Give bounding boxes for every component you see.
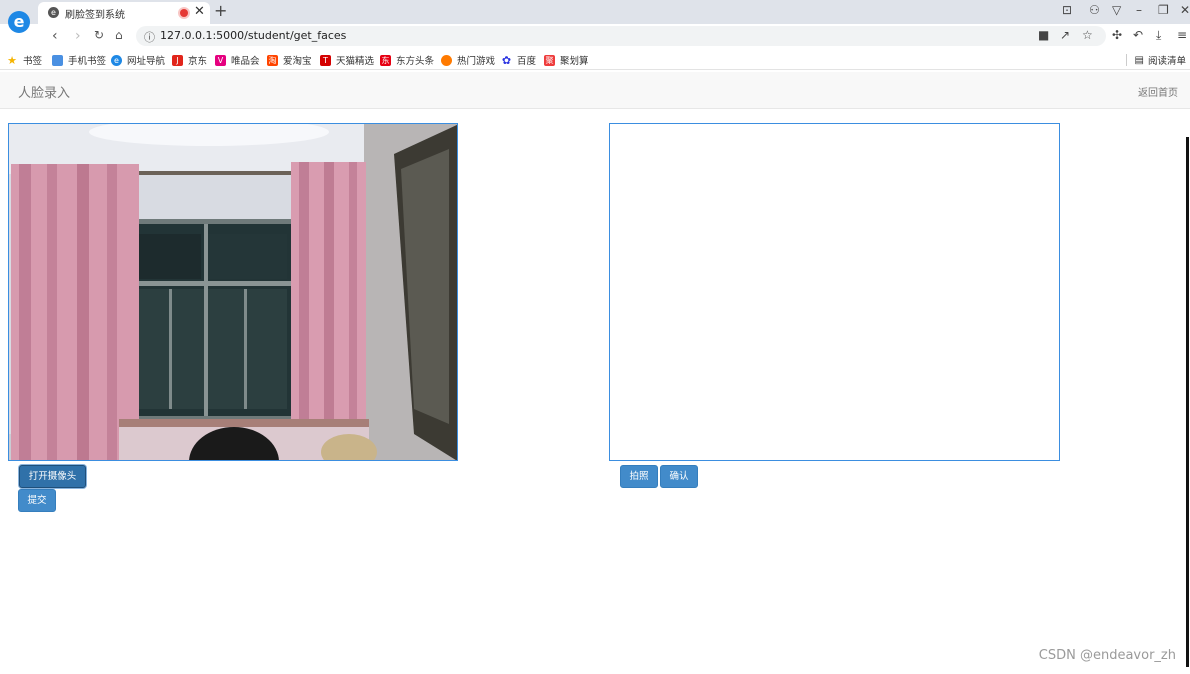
webcam-frame-image [9,124,457,460]
aitaobao-icon: 淘 [267,54,278,66]
bookmark-item[interactable]: ★ 书签 [6,53,43,68]
take-photo-button[interactable]: 拍照 [620,465,658,488]
download-icon[interactable]: ⤓ [1156,28,1161,43]
page-title[interactable]: 人脸录入 [18,82,70,101]
share-icon[interactable]: ↗ [1060,28,1070,42]
new-tab-icon[interactable]: + [214,1,227,20]
reading-list-icon: ▤ [1134,54,1144,66]
skin-icon[interactable]: ▽ [1112,3,1121,17]
bookmark-label: 京东 [188,56,208,67]
bookmark-item[interactable]: 东 东方头条 [380,53,434,67]
bookmark-item[interactable]: ✿ 百度 [501,53,537,68]
bookmark-item[interactable]: V 唯品会 [215,53,260,67]
site-info-icon[interactable]: ⓘ [144,29,155,45]
extensions-icon[interactable]: ✣ [1112,28,1122,42]
page-scrollbar[interactable] [1186,137,1189,667]
bookmark-item[interactable]: J 京东 [172,53,207,67]
url-field[interactable]: ⓘ 127.0.0.1:5000/student/get_faces ■ ↗ ☆ [136,26,1106,46]
close-tab-icon[interactable]: ✕ [194,4,205,19]
account-icon[interactable]: ⚇ [1089,3,1100,17]
bookmark-label: 网址导航 [127,56,166,67]
submit-button[interactable]: 提交 [18,489,56,512]
reading-list[interactable]: ▤ 阅读清单 [1125,53,1186,67]
bookmark-item[interactable]: T 天猫精选 [320,53,374,67]
browser-tab[interactable]: e 刷脸签到系统 ✕ [38,2,210,24]
bookmark-label: 爱淘宝 [283,56,312,67]
undo-icon[interactable]: ↶ [1133,28,1143,42]
reload-icon[interactable]: ↻ [94,28,104,42]
bookmark-label: 唯品会 [231,56,260,67]
bookmark-label: 天猫精选 [336,56,375,67]
open-camera-button[interactable]: 打开摄像头 [19,465,86,488]
forward-icon[interactable]: › [75,28,81,44]
bookmarks-bar: ★ 书签 手机书签 e 网址导航 J 京东 V 唯品会 淘 爱淘宝 T 天猫精选… [0,48,1190,70]
bookmark-item[interactable]: 聚 聚划算 [544,53,589,67]
divider [1125,54,1127,66]
home-icon[interactable]: ⌂ [115,28,123,42]
browser-logo-icon: e [8,11,30,33]
back-home-link[interactable]: 返回首页 [1138,84,1178,99]
bookmark-label: 东方头条 [396,56,435,67]
bookmark-label: 热门游戏 [457,56,496,67]
tab-favicon-icon: e [48,7,59,18]
baidu-paw-icon: ✿ [501,53,512,67]
tab-title: 刷脸签到系统 [65,10,125,21]
back-icon[interactable]: ‹ [52,28,58,44]
browser-e-icon: e [111,54,122,66]
bookmark-item[interactable]: e 网址导航 [111,53,165,67]
browser-tab-bar: e 刷脸签到系统 ✕ + ⊡ ⚇ ▽ – ❐ ✕ [0,0,1190,24]
window-close-icon[interactable]: ✕ [1180,3,1190,17]
tmall-icon: T [320,54,331,66]
bookmark-label: 手机书签 [68,56,107,67]
vip-icon: V [215,54,226,66]
bookmark-item[interactable]: 热门游戏 [441,53,495,67]
camera-in-use-icon[interactable]: ■ [1038,28,1049,42]
dftt-icon: 东 [380,54,391,66]
confirm-button[interactable]: 确认 [660,465,698,488]
reading-list-label: 阅读清单 [1147,56,1186,67]
csdn-watermark: CSDN @endeavor_zh [1038,648,1176,663]
bookmark-label: 聚划算 [560,56,589,67]
minimize-icon[interactable]: – [1136,3,1142,17]
page-navbar: 人脸录入 返回首页 [0,72,1190,109]
restore-icon[interactable]: ❐ [1158,3,1169,17]
phone-bookmark-icon [52,54,63,66]
bookmark-item[interactable]: 手机书签 [52,53,106,67]
favorite-star-icon[interactable]: ☆ [1082,28,1093,42]
juhuasuan-icon: 聚 [544,54,555,66]
star-icon: ★ [7,53,17,67]
recording-indicator-icon [180,9,188,17]
tab-list-icon[interactable]: ⊡ [1062,3,1072,17]
bookmark-label: 百度 [517,56,537,67]
menu-icon[interactable]: ≡ [1177,28,1187,42]
url-text: 127.0.0.1:5000/student/get_faces [160,29,347,42]
bookmark-label: 书签 [23,56,43,67]
photo-canvas [609,123,1060,461]
camera-video-feed [8,123,458,461]
address-bar-row: ‹ › ↻ ⌂ ⓘ 127.0.0.1:5000/student/get_fac… [0,24,1190,48]
bookmark-item[interactable]: 淘 爱淘宝 [267,53,312,67]
jd-icon: J [172,54,183,66]
game-icon [441,54,452,66]
